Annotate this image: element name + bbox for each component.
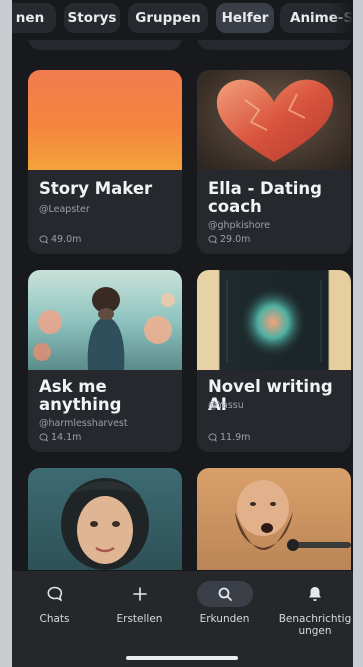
thumbnail-image	[197, 468, 351, 570]
device-frame-left	[0, 0, 12, 667]
character-card[interactable]: Ella - Dating coach @ghpkishore 29.0m	[197, 70, 351, 254]
device-frame-right	[353, 0, 363, 667]
character-card[interactable]	[197, 468, 351, 570]
home-indicator[interactable]	[126, 656, 238, 660]
bell-icon	[309, 587, 321, 601]
thumbnail-image	[197, 270, 351, 370]
plus-icon	[132, 587, 147, 601]
card-title: Ella - Dating coach	[208, 179, 322, 216]
portrait-woman	[61, 478, 149, 570]
character-grid: Story Maker @Leapster 49.0m Ella - Datin…	[12, 40, 353, 570]
thumbnail-image	[28, 270, 182, 370]
card-chat-count: 29.0m	[208, 234, 250, 245]
nav-erkunden[interactable]: Erkunden	[182, 581, 267, 625]
tab-storys[interactable]: Storys	[64, 3, 120, 33]
nav-chats[interactable]: Chats	[12, 581, 97, 625]
card-title: Ask me anything	[39, 377, 122, 414]
search-icon	[218, 587, 232, 601]
card-title: Story Maker	[39, 179, 153, 198]
thumbnail-image	[28, 468, 182, 570]
nav-benachrichtigungen[interactable]: Benachrichtigungen	[274, 581, 353, 637]
card-partial-above	[197, 40, 351, 50]
card-author: @Leapster	[39, 204, 90, 215]
tab-helfer[interactable]: Helfer	[216, 3, 274, 33]
card-author: @harmlessharvest	[39, 418, 128, 429]
bottom-navigation: Chats Erstellen Erkunden Benachrichtigun…	[12, 571, 353, 667]
chat-count-icon	[208, 433, 217, 442]
card-author: @ghpkishore	[208, 220, 271, 231]
nav-erstellen[interactable]: Erstellen	[97, 581, 182, 625]
nav-label: Chats	[39, 613, 70, 625]
nav-label: Benachrichtigungen	[278, 613, 352, 637]
card-chat-count: 14.1m	[39, 432, 81, 443]
card-chat-count: 11.9m	[208, 432, 250, 443]
card-partial-above	[28, 40, 182, 50]
tab-gruppen[interactable]: Gruppen	[128, 3, 208, 33]
category-tabs: nen Storys Gruppen Helfer Anime-Sp	[12, 0, 353, 40]
tab-companions[interactable]: nen	[12, 3, 56, 33]
nav-label: Erstellen	[116, 613, 163, 625]
portrait-bearded-man	[235, 480, 351, 551]
card-chat-count: 49.0m	[39, 234, 81, 245]
thumbnail-image	[28, 70, 182, 170]
heart-painting	[216, 79, 334, 162]
character-card[interactable]	[28, 468, 182, 570]
character-card[interactable]: Novel writing AI @Yassu 11.9m	[197, 270, 351, 452]
character-card[interactable]: Ask me anything @harmlessharvest 14.1m	[28, 270, 182, 452]
chat-count-icon	[39, 235, 48, 244]
nav-label: Erkunden	[199, 613, 250, 625]
chat-bubble-icon	[47, 586, 62, 602]
chat-count-icon	[39, 433, 48, 442]
thumbnail-image	[197, 70, 351, 170]
card-author: @Yassu	[208, 400, 244, 411]
chat-count-icon	[208, 235, 217, 244]
character-card[interactable]: Story Maker @Leapster 49.0m	[28, 70, 182, 254]
app-screen: nen Storys Gruppen Helfer Anime-Sp Story…	[12, 0, 353, 667]
woman-in-flowers	[33, 287, 175, 370]
glowing-book	[226, 280, 322, 362]
